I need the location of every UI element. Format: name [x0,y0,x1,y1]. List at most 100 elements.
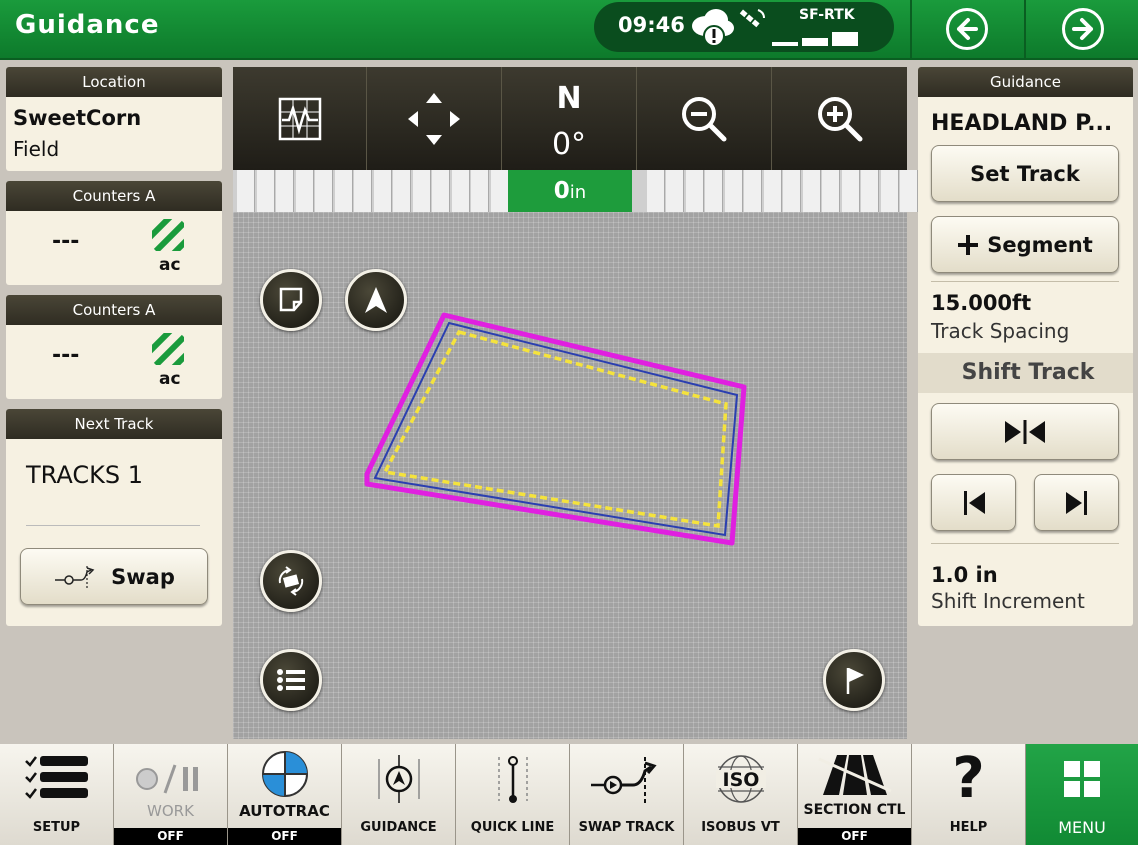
segment-label: Segment [987,232,1093,257]
swap-track-button[interactable]: SWAP TRACK [570,744,684,845]
swap-button[interactable]: Swap [20,548,208,605]
help-icon-wrap: ? [912,750,1025,808]
cloud-warning-icon [692,9,734,47]
panel-header: Next Track [6,409,222,439]
lightbar-segment [841,170,860,212]
north-orientation-button[interactable]: N 0° [502,67,637,170]
work-button[interactable]: WORK OFF [114,744,228,845]
guidance-button[interactable]: GUIDANCE [342,744,456,845]
record-pause-icon [135,764,198,794]
flag-button[interactable] [823,649,885,711]
field-map[interactable] [233,212,907,739]
lightbar-segment [276,170,294,212]
menu-label: MENU [1058,818,1106,837]
counter-value: --- [52,343,80,368]
offset-value: 0 [553,178,570,204]
arrow-right-icon [1072,18,1093,40]
setup-icon-wrap [0,750,113,808]
setup-label: SETUP [32,820,81,835]
swap-track-label: SWAP TRACK [578,820,675,835]
divider [26,525,200,526]
svg-text:ISO: ISO [722,769,759,791]
location-type: Field [13,137,60,161]
autotrac-state: OFF [228,828,341,845]
isobus-label: ISOBUS VT [701,820,780,835]
section-control-icon [817,755,892,795]
autotrac-icon [261,751,308,797]
setup-button[interactable]: SETUP [0,744,114,845]
zoom-in-button[interactable] [772,67,907,170]
help-question-icon: ? [952,746,985,811]
location-name: SweetCorn [13,106,142,130]
zoom-in-icon [817,96,862,141]
panel-header: Guidance [918,67,1133,97]
panel-header: Counters A [6,295,222,325]
lightbar-segment [900,170,918,212]
panel-header: Location [6,67,222,97]
lightbar-segment [783,170,801,212]
track-name[interactable]: HEADLAND P... [931,111,1112,136]
map-list-button[interactable] [260,649,322,711]
rotate-view-button[interactable] [260,550,322,612]
help-label: HELP [949,820,988,835]
menu-button[interactable]: MENU [1026,744,1138,845]
swap-track-icon-wrap [570,750,683,808]
set-track-button[interactable]: Set Track [931,145,1119,202]
lightbar-segment [724,170,743,212]
counters-panel-2[interactable]: Counters A --- ac [6,295,222,399]
map-layers-button[interactable] [260,269,322,331]
lightbar-segment [880,170,899,212]
help-button[interactable]: ? HELP [912,744,1026,845]
bottom-nav-bar: SETUP WORK OFF AUTOTRAC OFF GUIDANCE QUI… [0,744,1138,845]
section-control-button[interactable]: SECTION CTL OFF [798,744,912,845]
guidance-icon-wrap [342,750,455,808]
shift-increment-label: Shift Increment [931,589,1085,613]
isobus-vt-button[interactable]: ISO ISOBUS VT [684,744,798,845]
swap-track-icon [590,757,657,803]
lightbar-segment [295,170,314,212]
lightbar-segment [763,170,782,212]
section-ctl-icon-wrap [798,748,911,800]
divider [931,543,1119,544]
shift-right-icon [1065,490,1087,515]
divider [1024,0,1026,60]
quick-line-button[interactable]: QUICK LINE [456,744,570,845]
status-indicator[interactable]: 09:46 SF-RTK [594,2,894,52]
next-track-panel: Next Track TRACKS 1 Swap [6,409,222,626]
autotrac-label: AUTOTRAC [239,802,330,820]
layers-icon [279,287,303,312]
lightbar-segment [646,170,665,212]
work-label: WORK [147,802,194,820]
zoom-out-button[interactable] [637,67,772,170]
arrow-left-icon [957,18,978,40]
back-button[interactable] [946,8,988,50]
menu-icon-wrap [1026,750,1138,808]
map-orientation-button[interactable] [345,269,407,331]
pan-button[interactable] [367,67,502,170]
lightbar-segment [451,170,470,212]
area-hatch-icon [152,333,184,365]
swap-label: Swap [111,564,175,589]
autotrac-button[interactable]: AUTOTRAC OFF [228,744,342,845]
center-track-button[interactable] [931,403,1119,460]
set-track-label: Set Track [970,161,1080,186]
shift-right-button[interactable] [1034,474,1119,531]
shift-track-header: Shift Track [918,353,1133,393]
lightbar-segment [373,170,392,212]
guidance-label: GUIDANCE [360,820,437,835]
map-view-button[interactable] [233,67,367,170]
rtk-label: SF-RTK [799,7,855,23]
add-segment-button[interactable]: Segment [931,216,1119,273]
lightbar-segment [490,170,509,212]
field-boundary [364,312,747,546]
map-toolbar: N 0° [233,67,907,170]
offset-indicator: 0in [508,170,632,212]
offset-unit: in [569,182,587,203]
lightbar-segment [705,170,723,212]
forward-button[interactable] [1062,8,1104,50]
clock: 09:46 [618,13,685,37]
counters-panel-1[interactable]: Counters A --- ac [6,181,222,285]
location-panel[interactable]: Location SweetCorn Field [6,67,222,171]
lightbar-segment [822,170,840,212]
shift-left-button[interactable] [931,474,1016,531]
